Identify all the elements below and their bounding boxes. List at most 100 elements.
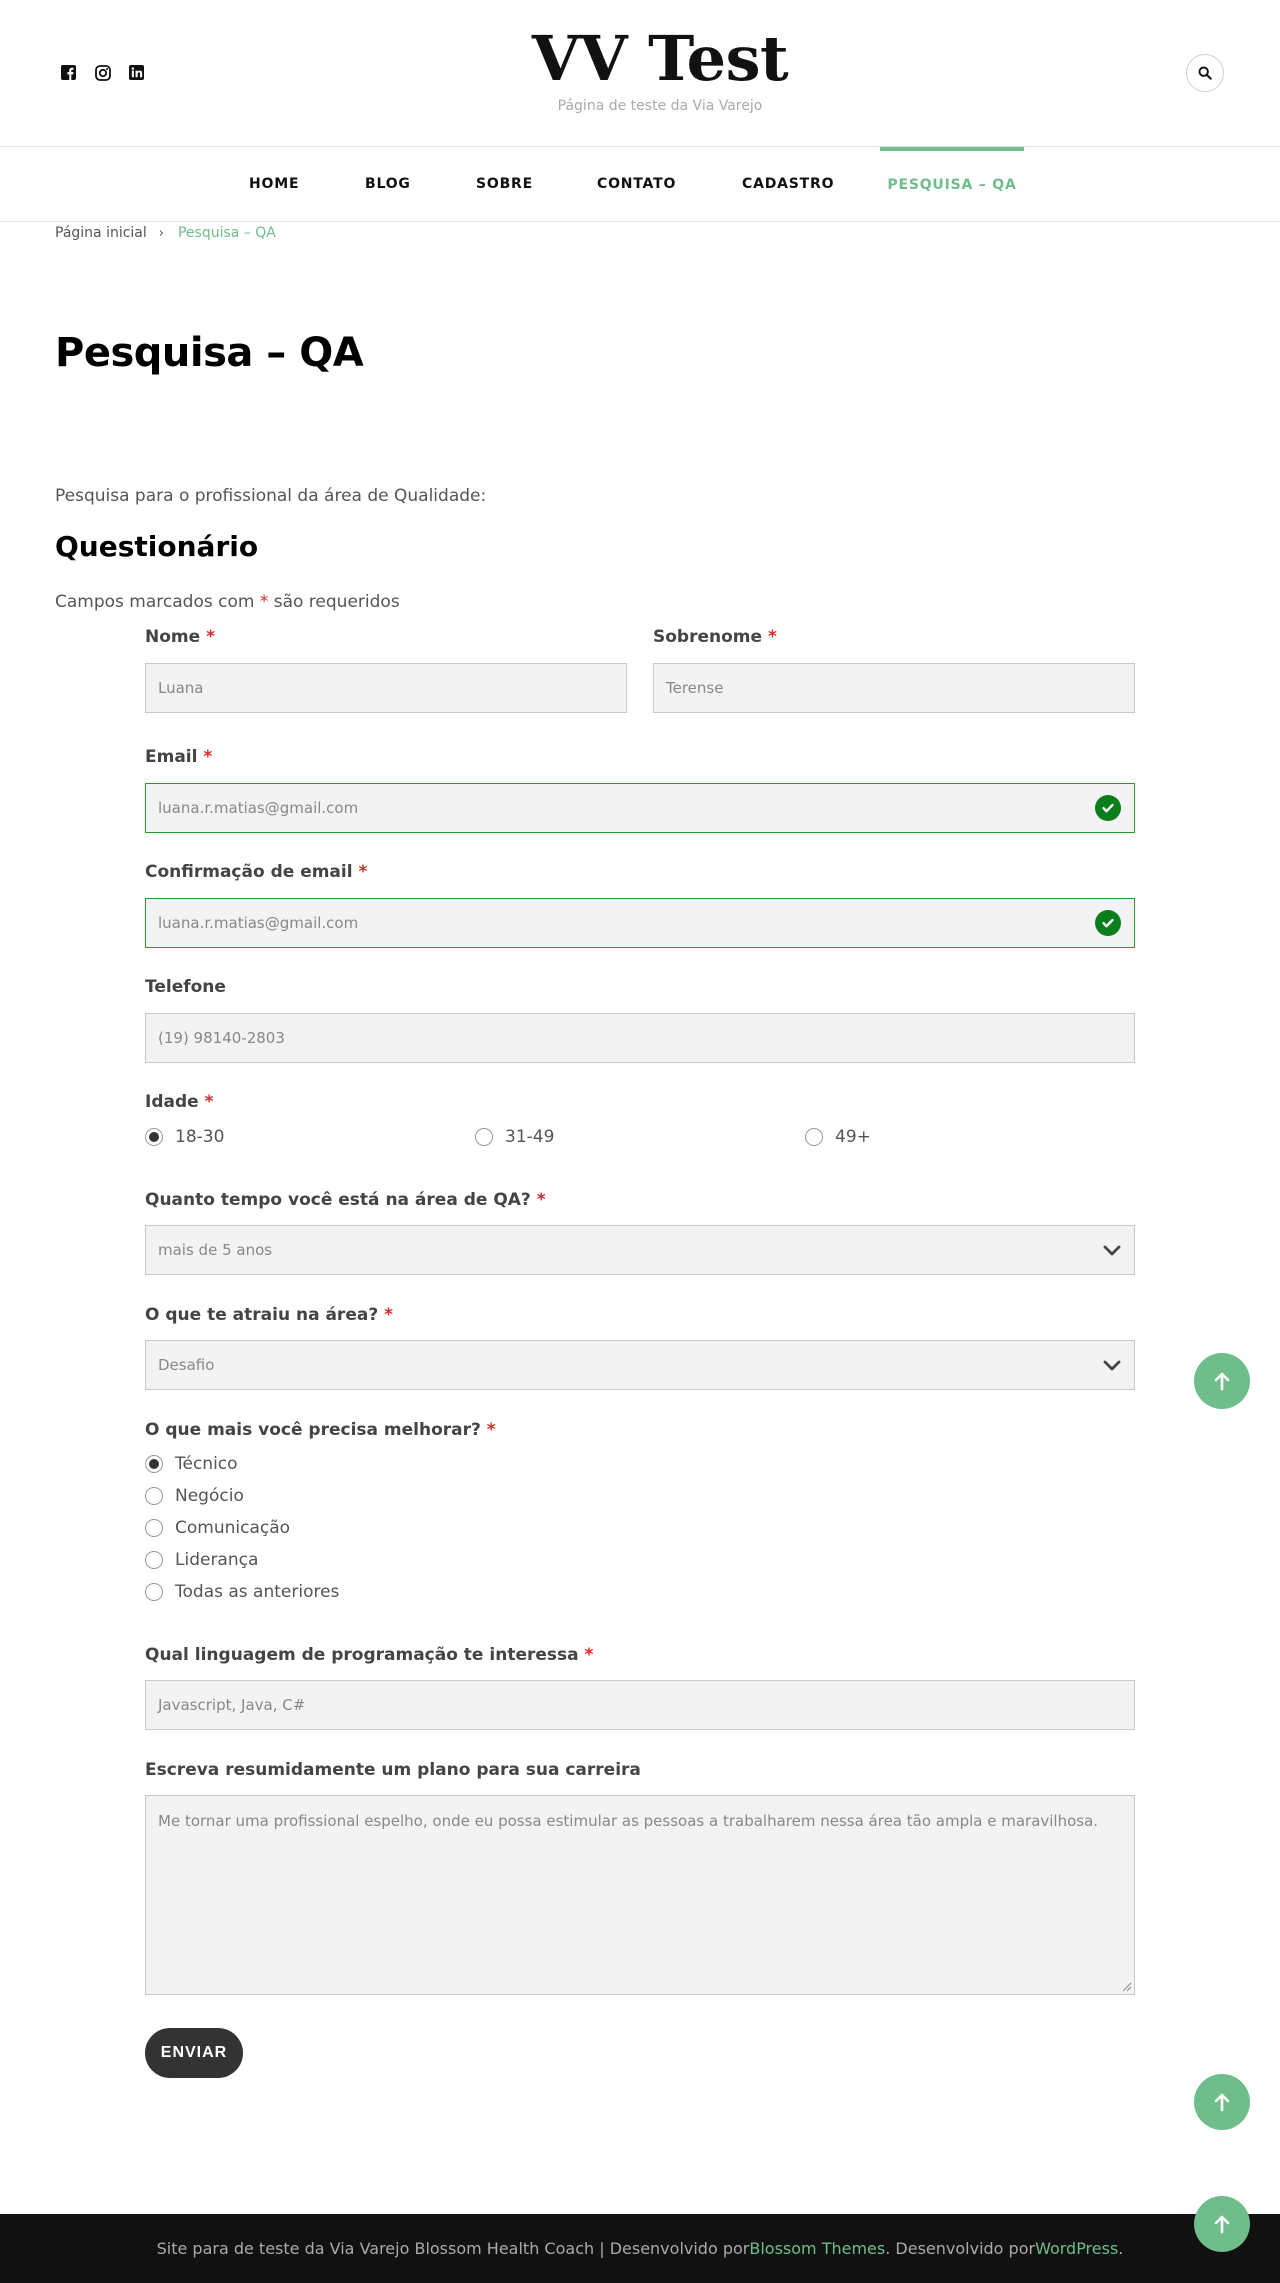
footer-text: . xyxy=(1118,2239,1124,2258)
search-button[interactable] xyxy=(1186,54,1224,92)
melhorar-option-label: Todas as anteriores xyxy=(175,1582,340,1602)
arrow-up-icon xyxy=(1214,1372,1230,1391)
sobrenome-label-text: Sobrenome xyxy=(653,627,763,647)
nav-item-cadastro[interactable]: CADASTRO xyxy=(742,147,834,221)
footer-link-blossom-themes[interactable]: Blossom Themes xyxy=(749,2239,885,2258)
atraiu-label-text: O que te atraiu na área? xyxy=(145,1305,379,1325)
nav-item-pesquisa-qa[interactable]: PESQUISA – QA xyxy=(880,147,1024,221)
tempo-qa-select[interactable]: mais de 5 anos xyxy=(145,1225,1135,1275)
melhorar-option-label: Liderança xyxy=(175,1550,259,1570)
footer-text: . Desenvolvido por xyxy=(885,2239,1036,2258)
telefone-label: Telefone xyxy=(145,977,226,997)
sobrenome-input[interactable]: Terense xyxy=(653,663,1135,713)
email-confirm-label: Confirmação de email * xyxy=(145,862,367,882)
back-to-top-button[interactable] xyxy=(1194,2196,1250,2252)
valid-check-icon xyxy=(1095,910,1121,936)
page-title: Pesquisa – QA xyxy=(55,330,364,376)
arrow-up-icon xyxy=(1214,2093,1230,2112)
resize-handle-icon[interactable] xyxy=(1122,1982,1132,1992)
idade-option[interactable]: 18-30 xyxy=(145,1127,224,1147)
nav-item-sobre[interactable]: SOBRE xyxy=(476,147,533,221)
site-header: VV Test Página de teste da Via Varejo xyxy=(0,0,1280,147)
sobrenome-label: Sobrenome * xyxy=(653,627,777,647)
submit-button[interactable]: ENVIAR xyxy=(145,2028,243,2078)
required-star: * xyxy=(536,1190,546,1210)
melhorar-option[interactable]: Negócio xyxy=(145,1486,244,1506)
radio-button[interactable] xyxy=(475,1128,493,1146)
linguagem-label-text: Qual linguagem de programação te interes… xyxy=(145,1645,579,1665)
atraiu-label: O que te atraiu na área? * xyxy=(145,1305,393,1325)
email-value: luana.r.matias@gmail.com xyxy=(158,799,359,817)
idade-option-label: 31-49 xyxy=(505,1127,555,1147)
melhorar-option-label: Negócio xyxy=(175,1486,244,1506)
search-icon xyxy=(1198,66,1212,80)
plano-label: Escreva resumidamente um plano para sua … xyxy=(145,1760,641,1780)
main-nav: HOME BLOG SOBRE CONTATO CADASTRO PESQUIS… xyxy=(0,147,1280,222)
site-title[interactable]: VV Test xyxy=(0,22,1280,95)
required-star: * xyxy=(486,1420,496,1440)
melhorar-option[interactable]: Todas as anteriores xyxy=(145,1582,339,1602)
radio-button[interactable] xyxy=(145,1519,163,1537)
radio-button[interactable] xyxy=(805,1128,823,1146)
valid-check-icon xyxy=(1095,795,1121,821)
idade-option[interactable]: 49+ xyxy=(805,1127,871,1147)
back-to-top-button[interactable] xyxy=(1194,1353,1250,1409)
idade-option-label: 18-30 xyxy=(175,1127,225,1147)
idade-option[interactable]: 31-49 xyxy=(475,1127,554,1147)
melhorar-option-label: Comunicação xyxy=(175,1518,291,1538)
footer-text: Site para de teste da Via Varejo Blossom… xyxy=(156,2239,750,2258)
required-star: * xyxy=(204,1092,214,1112)
melhorar-option-label: Técnico xyxy=(175,1454,238,1474)
plano-value: Me tornar uma profissional espelho, onde… xyxy=(158,1812,1099,1830)
chevron-down-icon xyxy=(1103,1245,1121,1256)
nav-item-blog[interactable]: BLOG xyxy=(365,147,411,221)
email-confirm-value: luana.r.matias@gmail.com xyxy=(158,914,359,932)
required-star: * xyxy=(767,627,777,647)
back-to-top-button[interactable] xyxy=(1194,2074,1250,2130)
atraiu-select[interactable]: Desafio xyxy=(145,1340,1135,1390)
email-confirm-input[interactable]: luana.r.matias@gmail.com xyxy=(145,898,1135,948)
radio-button[interactable] xyxy=(145,1455,163,1473)
required-star: * xyxy=(206,627,215,647)
required-star: * xyxy=(584,1645,594,1665)
tempo-qa-value: mais de 5 anos xyxy=(158,1241,273,1259)
breadcrumb-current: Pesquisa – QA xyxy=(177,225,276,241)
breadcrumb-home[interactable]: Página inicial xyxy=(55,225,147,241)
radio-button[interactable] xyxy=(145,1487,163,1505)
email-label: Email * xyxy=(145,747,212,767)
breadcrumb: Página inicial › Pesquisa – QA xyxy=(55,225,276,241)
linguagem-label: Qual linguagem de programação te interes… xyxy=(145,1645,593,1665)
idade-option-label: 49+ xyxy=(835,1127,871,1147)
required-star: * xyxy=(384,1305,393,1325)
telefone-input[interactable]: (19) 98140-2803 xyxy=(145,1013,1135,1063)
breadcrumb-separator-icon: › xyxy=(158,225,164,241)
idade-label-text: Idade xyxy=(145,1092,199,1112)
nome-label: Nome * xyxy=(145,627,215,647)
email-confirm-label-text: Confirmação de email xyxy=(145,862,353,882)
melhorar-option[interactable]: Técnico xyxy=(145,1454,238,1474)
footer-link-wordpress[interactable]: WordPress xyxy=(1035,2239,1118,2258)
nome-input[interactable]: Luana xyxy=(145,663,627,713)
radio-button[interactable] xyxy=(145,1583,163,1601)
chevron-down-icon xyxy=(1103,1360,1121,1371)
melhorar-option[interactable]: Liderança xyxy=(145,1550,258,1570)
radio-button[interactable] xyxy=(145,1128,163,1146)
nav-item-contato[interactable]: CONTATO xyxy=(597,147,676,221)
site-footer: Site para de teste da Via Varejo Blossom… xyxy=(0,2214,1280,2283)
linguagem-input[interactable]: Javascript, Java, C# xyxy=(145,1680,1135,1730)
tempo-qa-label-text: Quanto tempo você está na área de QA? xyxy=(145,1190,531,1210)
atraiu-value: Desafio xyxy=(158,1356,215,1374)
plano-textarea[interactable]: Me tornar uma profissional espelho, onde… xyxy=(145,1795,1135,1995)
melhorar-option[interactable]: Comunicação xyxy=(145,1518,290,1538)
intro-text: Pesquisa para o profissional da área de … xyxy=(55,486,487,506)
required-note: Campos marcados com * são requeridos xyxy=(55,592,400,612)
arrow-up-icon xyxy=(1214,2215,1230,2234)
email-input[interactable]: luana.r.matias@gmail.com xyxy=(145,783,1135,833)
required-star: * xyxy=(203,747,213,767)
tempo-qa-label: Quanto tempo você está na área de QA? * xyxy=(145,1190,546,1210)
nav-item-home[interactable]: HOME xyxy=(249,147,299,221)
required-note-pre: Campos marcados com xyxy=(55,592,260,612)
section-title: Questionário xyxy=(55,530,259,563)
melhorar-label-text: O que mais você precisa melhorar? xyxy=(145,1420,481,1440)
radio-button[interactable] xyxy=(145,1551,163,1569)
